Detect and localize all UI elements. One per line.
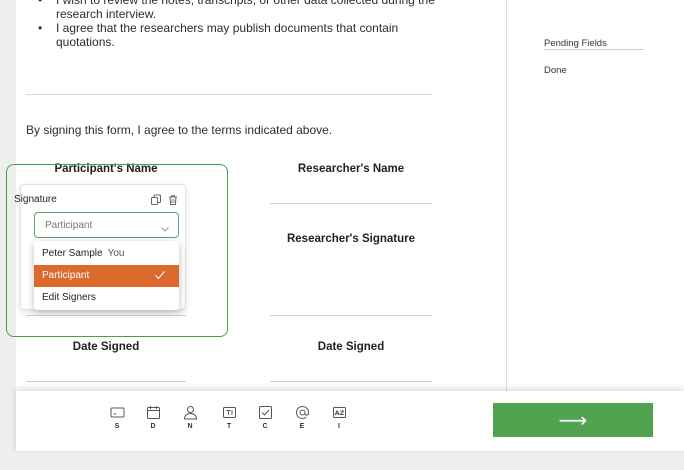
date-signed-left-label: Date Signed [72, 341, 140, 353]
signer-select-value: Participant [45, 220, 93, 231]
tool-text[interactable]: T [219, 405, 239, 430]
agree-text: By signing this form, I agree to the ter… [26, 123, 333, 137]
trash-icon[interactable] [167, 193, 179, 205]
tool-label: D [150, 423, 156, 430]
tool-label: T [226, 423, 232, 430]
section-divider [26, 94, 432, 95]
tool-checkbox[interactable]: C [255, 405, 275, 430]
bullet-item: I agree that the researchers may publish… [36, 21, 436, 49]
menu-item-participant[interactable]: Participant [34, 265, 179, 287]
text-icon [219, 405, 239, 420]
tool-signature[interactable]: S [107, 405, 127, 430]
menu-item-label: Peter Sample [42, 248, 103, 259]
menu-item-peter-sample[interactable]: Peter Sample You [34, 243, 179, 265]
signer-select[interactable]: Participant [34, 212, 179, 238]
chevron-down-icon [160, 221, 170, 232]
signature-field-title: Signature [14, 194, 57, 205]
signature-icon [107, 405, 127, 420]
next-button[interactable]: ⟶ [493, 403, 653, 437]
right-sidebar: Pending Fields Done [506, 0, 684, 395]
menu-item-edit-signers[interactable]: Edit Signers [34, 287, 179, 309]
researcher-name-line[interactable] [270, 203, 432, 204]
tool-label: E [299, 423, 305, 430]
person-icon [180, 405, 200, 420]
checkbox-icon [255, 405, 275, 420]
initials-icon: AZ [329, 405, 349, 420]
tool-label: N [187, 423, 193, 430]
checkmark-icon [153, 268, 167, 282]
signer-dropdown-menu: Peter Sample You Participant Edit Signers [34, 241, 179, 310]
sidebar-divider [544, 49, 644, 50]
consent-bullet-list: I wish to review the notes, transcripts,… [36, 0, 436, 49]
menu-item-label: Edit Signers [42, 292, 96, 303]
tool-email[interactable]: E [292, 405, 312, 430]
date-left-line[interactable] [26, 381, 186, 382]
svg-text:AZ: AZ [334, 409, 344, 417]
participant-signature-line[interactable] [26, 315, 186, 316]
tool-initials[interactable]: AZ I [329, 405, 349, 430]
you-tag: You [107, 248, 125, 259]
tool-label: S [114, 423, 120, 430]
menu-item-label: Participant [42, 270, 90, 281]
researcher-signature-label: Researcher's Signature [286, 233, 416, 245]
copy-icon[interactable] [150, 193, 162, 205]
bullet-item: I wish to review the notes, transcripts,… [36, 0, 436, 21]
tool-name[interactable]: N [180, 405, 200, 430]
researcher-signature-line[interactable] [270, 315, 432, 316]
pending-fields-label[interactable]: Pending Fields [544, 38, 607, 49]
calendar-icon [143, 405, 163, 420]
done-label[interactable]: Done [544, 65, 567, 76]
tool-label: I [338, 423, 340, 430]
tool-label: C [262, 423, 268, 430]
researcher-name-label: Researcher's Name [297, 163, 405, 175]
participant-name-label: Participant's Name [54, 163, 158, 175]
at-icon [292, 405, 312, 420]
tool-date[interactable]: D [143, 405, 163, 430]
date-signed-right-label: Date Signed [317, 341, 385, 353]
date-right-line[interactable] [270, 381, 432, 382]
field-toolbar: S D N T C E AZ I ⟶ [16, 391, 684, 451]
